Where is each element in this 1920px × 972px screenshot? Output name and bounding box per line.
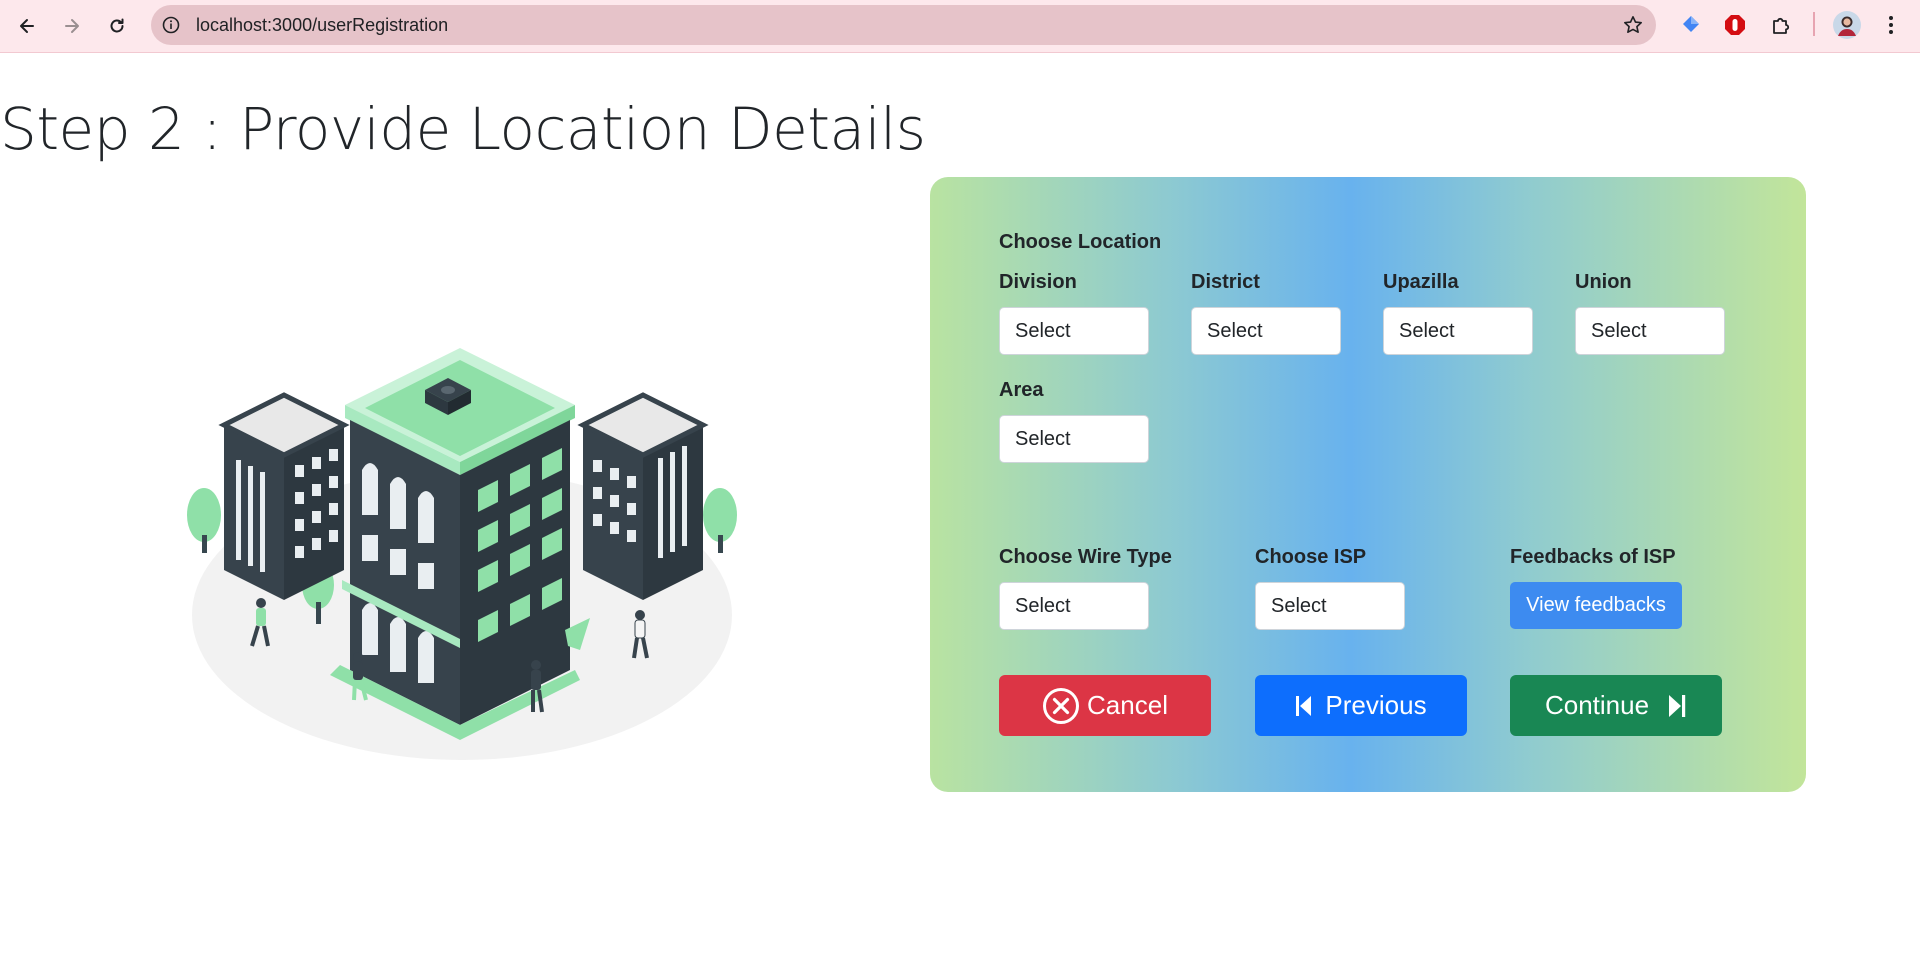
stop-hand-extension-icon[interactable] [1720, 10, 1750, 40]
diamond-extension-icon[interactable] [1676, 10, 1706, 40]
previous-label: Previous [1325, 690, 1427, 720]
forward-button[interactable] [54, 8, 90, 44]
city-buildings-illustration [187, 348, 737, 760]
location-form-card: Choose Location Division Select District… [930, 177, 1806, 792]
star-icon[interactable] [1622, 14, 1644, 36]
area-label: Area [999, 379, 1044, 401]
view-feedbacks-button[interactable]: View feedbacks [1510, 582, 1682, 629]
puzzle-icon[interactable] [1766, 10, 1796, 40]
address-bar[interactable]: localhost:3000/userRegistration [151, 5, 1656, 45]
avatar[interactable] [1832, 10, 1862, 40]
choose-location-label: Choose Location [999, 231, 1162, 253]
area-select[interactable]: Select [999, 415, 1149, 463]
browser-toolbar: localhost:3000/userRegistration [0, 0, 1920, 53]
previous-button[interactable]: Previous [1255, 675, 1467, 736]
skip-back-icon [1295, 694, 1313, 718]
reload-icon [110, 18, 124, 33]
division-label: Division [999, 271, 1077, 293]
cancel-label: Cancel [1087, 690, 1168, 720]
page-title: Step 2 : Provide Location Details [0, 95, 926, 163]
reload-button[interactable] [99, 8, 135, 44]
wire-type-select[interactable]: Select [999, 582, 1149, 630]
feedbacks-label: Feedbacks of ISP [1510, 546, 1676, 568]
union-select[interactable]: Select [1575, 307, 1725, 355]
url-text[interactable]: localhost:3000/userRegistration [196, 15, 448, 35]
info-icon[interactable] [161, 15, 181, 35]
upazilla-select[interactable]: Select [1383, 307, 1533, 355]
back-button[interactable] [9, 8, 45, 44]
skip-forward-icon [1667, 693, 1687, 719]
isp-label: Choose ISP [1255, 546, 1367, 568]
union-label: Union [1575, 271, 1632, 293]
arrow-left-icon [20, 19, 34, 33]
isp-select[interactable]: Select [1255, 582, 1405, 630]
continue-button[interactable]: Continue [1510, 675, 1722, 736]
division-select[interactable]: Select [999, 307, 1149, 355]
upazilla-label: Upazilla [1383, 271, 1459, 293]
district-label: District [1191, 271, 1260, 293]
wire-type-label: Choose Wire Type [999, 546, 1172, 568]
arrow-right-icon [65, 19, 79, 33]
kebab-menu-icon[interactable] [1876, 10, 1906, 40]
toolbar-divider [1813, 12, 1815, 36]
continue-label: Continue [1544, 690, 1650, 720]
circle-x-icon [1042, 687, 1080, 725]
district-select[interactable]: Select [1191, 307, 1341, 355]
cancel-button[interactable]: Cancel [999, 675, 1211, 736]
